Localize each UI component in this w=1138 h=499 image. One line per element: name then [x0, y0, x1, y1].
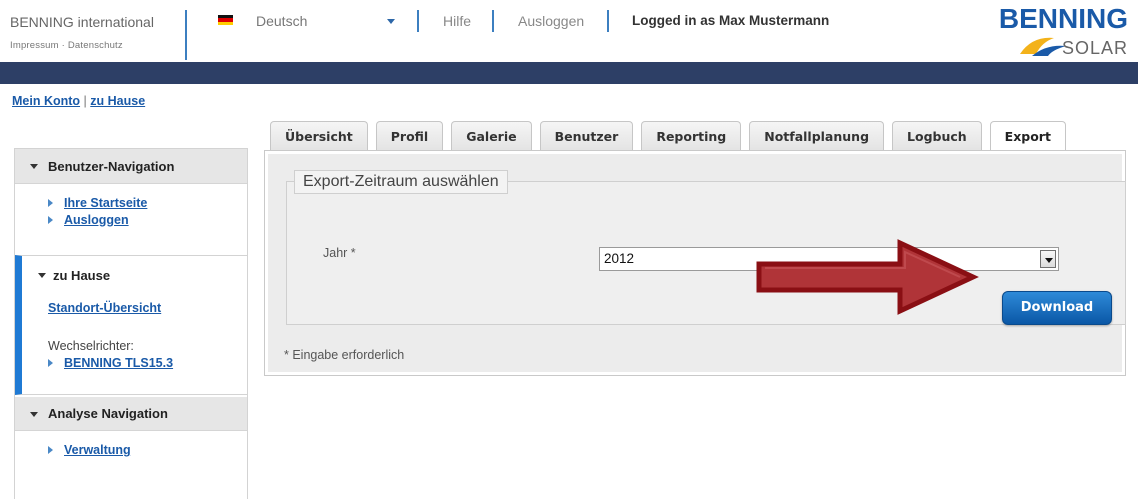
year-value: 2012	[604, 251, 635, 266]
brand-name: BENNING international	[10, 14, 154, 30]
panel-body: Jahr * 2012 Download Export-Zeitraum aus…	[268, 154, 1126, 372]
sidebar: Benutzer-Navigation Ihre Startseite Ausl…	[14, 148, 248, 499]
tab-export[interactable]: Export	[989, 121, 1066, 153]
help-link[interactable]: Hilfe	[443, 13, 471, 29]
german-flag-icon	[218, 15, 233, 25]
inverter-link[interactable]: BENNING TLS15.3	[48, 356, 173, 370]
tab-uebersicht[interactable]: Übersicht	[270, 121, 368, 151]
collapse-icon[interactable]	[38, 273, 46, 278]
dropdown-arrow-icon[interactable]	[1040, 250, 1056, 268]
divider	[607, 10, 609, 32]
inverter-label: BENNING TLS15.3	[64, 356, 174, 370]
caret-down-icon[interactable]	[387, 19, 395, 24]
language-select[interactable]: Deutsch	[256, 13, 307, 29]
arrow-right-icon	[48, 199, 53, 207]
collapse-icon	[30, 412, 38, 417]
sidebar-item-label: Ausloggen	[64, 213, 129, 227]
benning-solar-logo: BENNING SOLAR	[999, 4, 1128, 58]
logo-wordmark: BENNING	[999, 4, 1128, 34]
logged-in-user: Logged in as Max Mustermann	[632, 13, 830, 28]
tab-benutzer[interactable]: Benutzer	[539, 121, 634, 151]
export-panel: Jahr * 2012 Download Export-Zeitraum aus…	[264, 150, 1126, 376]
tab-bar: Übersicht Profil Galerie Benutzer Report…	[270, 121, 1074, 153]
sidebar-item-startseite[interactable]: Ihre Startseite	[48, 196, 247, 210]
sidebar-item-label: Ihre Startseite	[64, 196, 148, 210]
arrow-right-icon	[48, 216, 53, 224]
datenschutz-link[interactable]: Datenschutz	[68, 40, 123, 51]
tab-notfallplanung[interactable]: Notfallplanung	[749, 121, 885, 151]
tab-profil[interactable]: Profil	[375, 121, 444, 151]
sidebar-section-analyse-navigation[interactable]: Analyse Navigation	[15, 397, 247, 431]
required-note: * Eingabe erforderlich	[284, 348, 405, 362]
sidebar-section-benutzer-navigation[interactable]: Benutzer-Navigation	[15, 149, 247, 184]
export-fieldset: Jahr * 2012 Download	[286, 181, 1126, 325]
logo-sub: SOLAR	[1062, 38, 1128, 58]
breadcrumb: Mein Konto | zu Hause	[12, 94, 145, 108]
link-separator: ·	[61, 40, 65, 51]
fieldset-legend: Export-Zeitraum auswählen	[294, 170, 508, 194]
divider	[417, 10, 419, 32]
year-label: Jahr *	[323, 246, 356, 260]
sidebar-section-zu-hause: zu Hause Standort-Übersicht Wechselricht…	[15, 255, 247, 395]
impressum-link[interactable]: Impressum	[10, 40, 59, 51]
sidebar-item-label: Verwaltung	[64, 443, 131, 457]
collapse-icon	[30, 164, 38, 169]
download-button[interactable]: Download	[1002, 291, 1112, 325]
divider	[185, 10, 187, 60]
red-arrow-icon	[756, 239, 979, 315]
breadcrumb-zu-hause[interactable]: zu Hause	[90, 94, 145, 108]
section-title: Benutzer-Navigation	[48, 159, 175, 174]
divider	[492, 10, 494, 32]
section-title: Analyse Navigation	[48, 406, 168, 421]
sidebar-item-verwaltung[interactable]: Verwaltung	[48, 443, 131, 457]
breadcrumb-separator: |	[83, 94, 87, 108]
standort-uebersicht-link[interactable]: Standort-Übersicht	[48, 301, 161, 315]
tab-galerie[interactable]: Galerie	[451, 121, 532, 151]
arrow-right-icon	[48, 359, 53, 367]
footer-links: Impressum · Datenschutz	[10, 40, 123, 51]
section-title[interactable]: zu Hause	[53, 268, 110, 283]
breadcrumb-mein-konto[interactable]: Mein Konto	[12, 94, 80, 108]
header-bar	[0, 62, 1138, 84]
sidebar-item-ausloggen[interactable]: Ausloggen	[48, 213, 247, 227]
tab-reporting[interactable]: Reporting	[641, 121, 742, 151]
tab-logbuch[interactable]: Logbuch	[892, 121, 982, 151]
wechselrichter-label: Wechselrichter:	[48, 339, 134, 353]
logout-link[interactable]: Ausloggen	[518, 13, 584, 29]
arrow-right-icon	[48, 446, 53, 454]
